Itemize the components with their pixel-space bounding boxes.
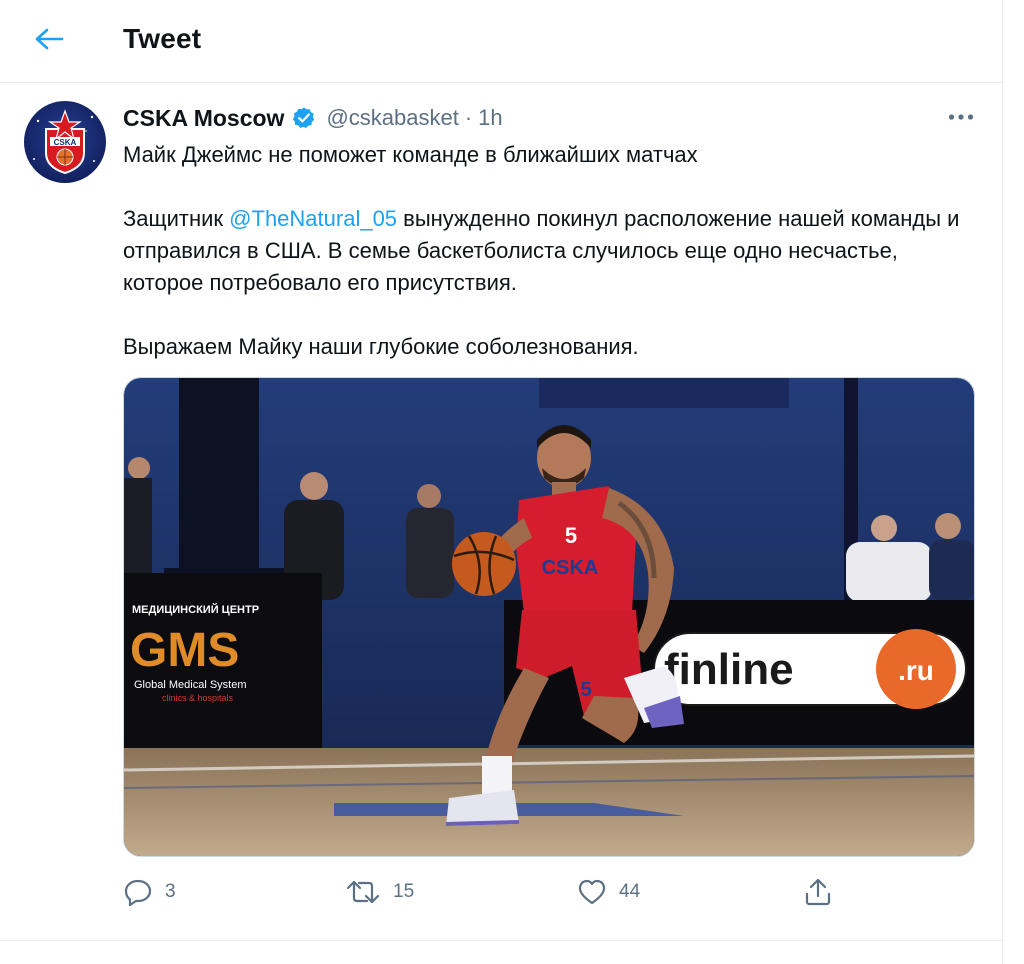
svg-text:CSKA: CSKA: [542, 557, 599, 579]
tweet-text: Майк Джеймс не поможет команде в ближайш…: [123, 139, 983, 363]
tweet-text-paragraph2: Защитник @TheNatural_05 вынужденно покин…: [123, 203, 983, 299]
reply-count: 3: [165, 881, 176, 902]
retweet-count: 15: [393, 881, 415, 902]
svg-text:5: 5: [565, 523, 577, 548]
author-row: CSKA Moscow @cskabasket · 1h: [123, 101, 503, 135]
svg-text:CSKA: CSKA: [54, 138, 77, 147]
tweet-text-line1: Майк Джеймс не поможет команде в ближайш…: [123, 142, 698, 167]
page-title: Tweet: [123, 23, 202, 54]
svg-text:5: 5: [580, 679, 591, 701]
like-count: 44: [619, 881, 641, 902]
tweet-timestamp[interactable]: 1h: [478, 105, 502, 131]
more-dots-icon: [948, 114, 974, 120]
tweet-text-para2-prefix: Защитник: [123, 206, 230, 231]
tweet-bottom-divider: [0, 940, 1002, 941]
avatar[interactable]: CSKA: [24, 101, 106, 183]
back-button[interactable]: [26, 18, 72, 60]
cska-logo: CSKA: [24, 101, 106, 183]
tweet-photo[interactable]: МЕДИЦИНСКИЙ ЦЕНТР GMS Global Medical Sys…: [123, 377, 975, 857]
tweet-text-paragraph3: Выражаем Майку наши глубокие соболезнова…: [123, 334, 639, 359]
page-edge: [1003, 0, 1024, 964]
svg-text:finline: finline: [664, 645, 794, 694]
like-button[interactable]: 44: [577, 870, 640, 914]
svg-text:GMS: GMS: [130, 624, 239, 677]
meta-separator: ·: [464, 105, 473, 130]
arrow-left-icon: [35, 28, 64, 50]
svg-text:.ru: .ru: [898, 655, 934, 686]
svg-text:Global Medical System: Global Medical System: [134, 679, 247, 691]
retweet-button[interactable]: 15: [345, 870, 414, 914]
tweet-actions: 3 15 44: [123, 870, 883, 914]
retweet-icon: [346, 880, 380, 904]
reply-button[interactable]: 3: [123, 870, 176, 914]
verified-badge-icon: [292, 106, 316, 130]
tweet-header: Tweet: [0, 0, 1002, 83]
mention-link[interactable]: @TheNatural_05: [229, 206, 397, 231]
reply-icon: [124, 879, 152, 906]
author-handle[interactable]: @cskabasket: [326, 105, 458, 131]
more-options-button[interactable]: [942, 102, 980, 132]
heart-icon: [578, 879, 606, 905]
svg-text:МЕДИЦИНСКИЙ ЦЕНТР: МЕДИЦИНСКИЙ ЦЕНТР: [132, 603, 259, 616]
share-button[interactable]: [803, 870, 833, 914]
share-icon: [805, 878, 831, 906]
svg-text:clinics & hospitals: clinics & hospitals: [162, 693, 234, 703]
author-name[interactable]: CSKA Moscow: [123, 105, 284, 132]
